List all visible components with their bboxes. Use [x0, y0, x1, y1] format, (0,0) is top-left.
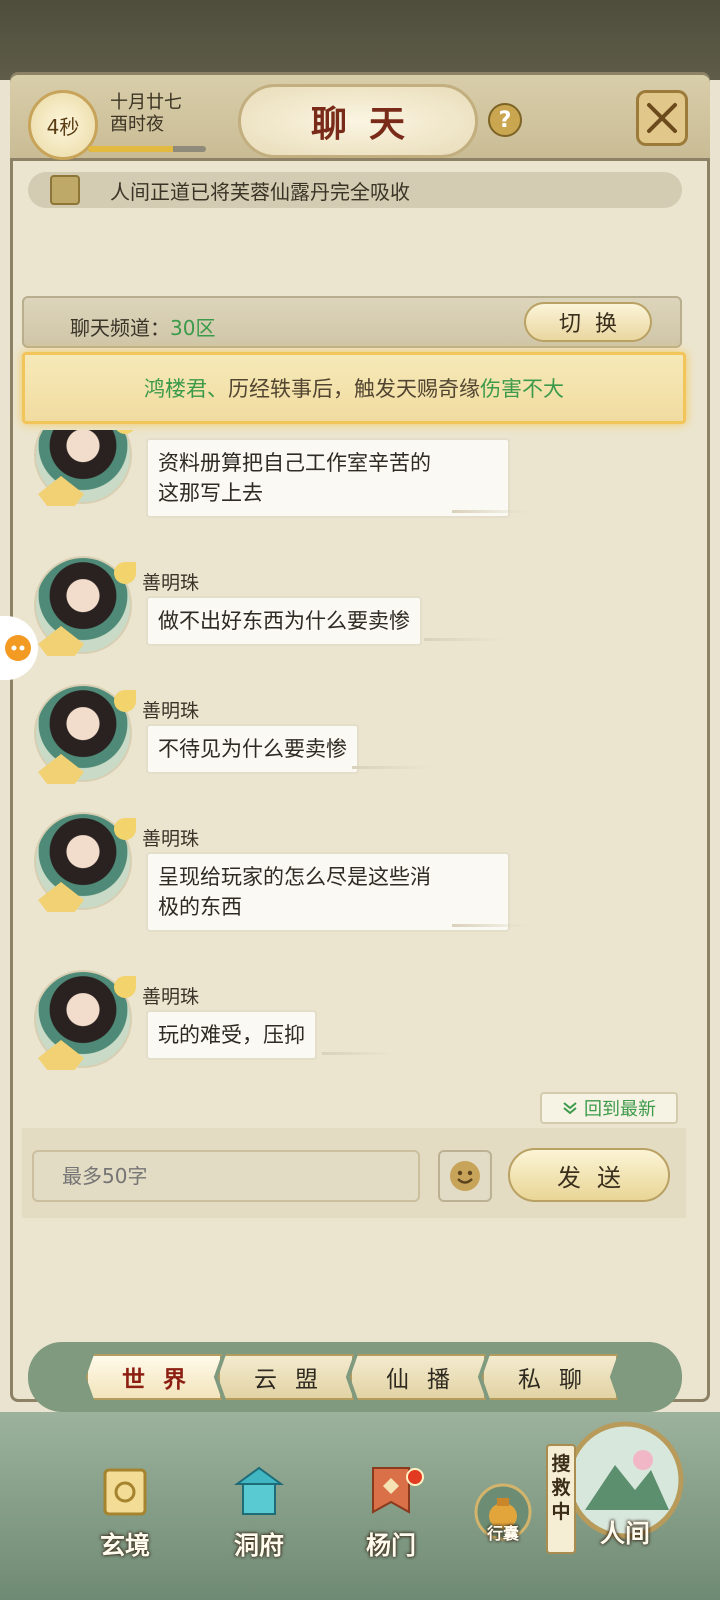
user-avatar[interactable] [34, 812, 136, 912]
sender-name: 善明珠 [142, 700, 200, 722]
sender-name: 善明珠 [142, 572, 200, 594]
user-avatar[interactable] [34, 556, 136, 656]
nav-dongfu[interactable]: 洞府 [214, 1462, 304, 1562]
send-button[interactable]: 发送 [508, 1148, 670, 1202]
date-line-2: 酉时夜 [110, 114, 164, 135]
avatar-frame-icon [38, 1040, 84, 1070]
tab-alliance[interactable]: 云盟 [218, 1354, 354, 1400]
announcement-tail: 伤害不大 [480, 377, 564, 401]
message-text-line: 做不出好东西为什么要卖惨 [158, 609, 410, 633]
notification-dot [406, 1468, 424, 1486]
close-icon [647, 103, 677, 133]
chat-input[interactable] [32, 1150, 420, 1202]
help-button[interactable]: ? [488, 103, 522, 137]
message-bubble: 资料册算把自己工作室辛苦的 这那写上去 [146, 438, 510, 518]
avatar-frame-icon [38, 476, 84, 506]
help-icon: ? [498, 107, 512, 133]
search-rescue-tag[interactable]: 搜救中 [546, 1444, 576, 1554]
message-bubble: 呈现给玩家的怎么尽是这些消 极的东西 [146, 852, 510, 932]
back-to-latest-button[interactable]: 回到最新 [540, 1092, 678, 1124]
tab-private[interactable]: 私聊 [482, 1354, 618, 1400]
message-text-line: 玩的难受，压抑 [158, 1023, 305, 1047]
announcement-name: 鸿楼君、 [144, 377, 228, 401]
avatar-frame-icon [38, 626, 84, 656]
tab-world[interactable]: 世界 [86, 1354, 222, 1400]
channel-label-text: 聊天频道： [70, 316, 170, 340]
nav-label: 杨门 [365, 1531, 416, 1560]
nav-xuanjing[interactable]: 玄境 [80, 1462, 170, 1562]
notice-text: 人间正道已将芙蓉仙露丹完全吸收 [110, 179, 410, 204]
emoji-button[interactable] [438, 1150, 492, 1202]
sender-name: 善明珠 [142, 828, 200, 850]
title-plate: 聊天 [238, 84, 478, 158]
back-to-latest-label: 回到最新 [584, 1099, 656, 1120]
top-backdrop [0, 0, 720, 80]
nav-label: 玄境 [99, 1531, 150, 1560]
page-title: 聊天 [310, 103, 427, 145]
pavilion-icon [233, 1466, 285, 1515]
bubble-tail [424, 638, 504, 641]
gamepad-icon [5, 635, 31, 661]
message-bubble: 不待见为什么要卖惨 [146, 724, 359, 774]
user-avatar[interactable] [34, 684, 136, 784]
channel-label: 聊天频道：30区 [70, 312, 215, 341]
game-date: 十月廿七 酉时夜 [110, 92, 182, 136]
bubble-tail [452, 924, 532, 927]
nav-xingnang[interactable]: 行囊 [468, 1482, 538, 1544]
date-line-1: 十月廿七 [110, 92, 182, 113]
close-button[interactable] [636, 90, 688, 146]
switch-channel-button[interactable]: 切换 [524, 302, 652, 342]
avatar-frame-icon [38, 754, 84, 784]
user-avatar[interactable] [34, 970, 136, 1070]
user-avatar[interactable] [34, 430, 136, 506]
announcement-body: 历经轶事后，触发天赐奇缘 [228, 377, 480, 401]
time-progress-fill [88, 146, 173, 152]
scroll-icon [103, 1468, 147, 1516]
timer-text: 4秒 [46, 114, 80, 139]
nav-label: 洞府 [233, 1531, 284, 1560]
message-bubble: 做不出好东西为什么要卖惨 [146, 596, 422, 646]
chat-message-list[interactable]: 资料册算把自己工作室辛苦的 这那写上去 善明珠 做不出好东西为什么要卖惨 善明珠… [22, 430, 686, 1128]
message-text-line: 不待见为什么要卖惨 [158, 737, 347, 761]
message-text-line: 这那写上去 [158, 481, 263, 505]
channel-row: 聊天频道：30区 切换 [22, 296, 682, 348]
message-text-line: 极的东西 [158, 895, 242, 919]
bell-icon [50, 175, 80, 205]
message-text-line: 呈现给玩家的怎么尽是这些消 [158, 865, 431, 889]
announcement-banner: 鸿楼君、历经轶事后，触发天赐奇缘伤害不大 [22, 352, 686, 424]
bubble-tail [322, 1052, 392, 1055]
avatar-frame-icon [38, 882, 84, 912]
smiley-icon [450, 1161, 480, 1191]
chevron-double-down-icon [563, 1102, 577, 1115]
message-bubble: 玩的难受，压抑 [146, 1010, 317, 1060]
time-progress-bar [88, 146, 206, 152]
bubble-tail [452, 510, 532, 513]
message-text-line: 资料册算把自己工作室辛苦的 [158, 451, 431, 475]
system-notice: 人间正道已将芙蓉仙露丹完全吸收 [28, 172, 682, 208]
nav-renjian[interactable]: 人间 [560, 1420, 690, 1550]
announcement-text: 鸿楼君、历经轶事后，触发天赐奇缘伤害不大 [144, 373, 564, 403]
sender-name: 善明珠 [142, 986, 200, 1008]
tab-broadcast[interactable]: 仙播 [350, 1354, 486, 1400]
bubble-tail [352, 766, 432, 769]
channel-value: 30区 [170, 316, 216, 340]
